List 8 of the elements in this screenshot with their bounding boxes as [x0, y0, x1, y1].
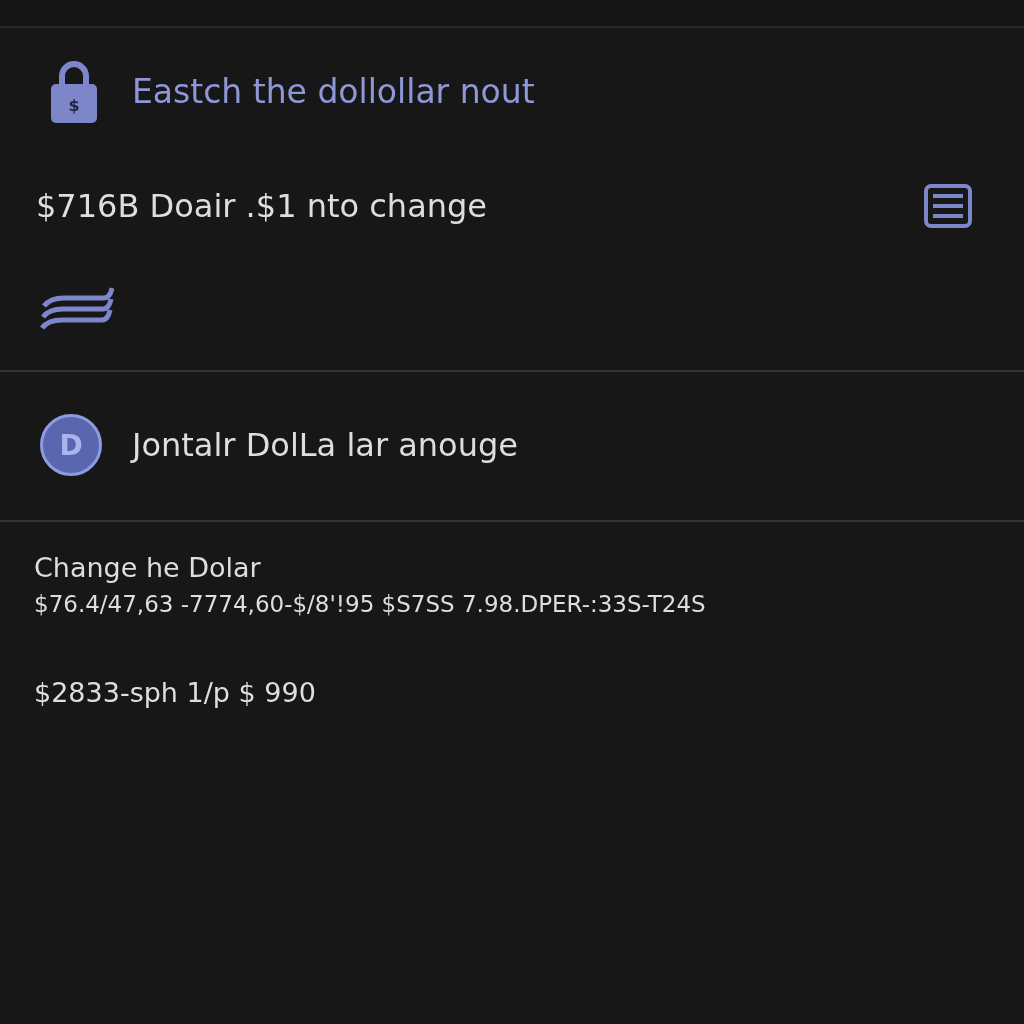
- details-amount: $2833-sph 1/p $ 990: [34, 677, 317, 708]
- menu-icon[interactable]: [924, 184, 972, 228]
- avatar: D: [40, 414, 102, 476]
- page-title: Eastch the dollollar nout: [132, 71, 535, 111]
- summary-text: $716B Doair .$1 nto change: [36, 187, 487, 225]
- details-title: Change he Dolar: [34, 552, 262, 583]
- account-name: Jontalr DolLa lar anouge: [132, 426, 518, 464]
- details-line: $76.4/47,63 -7774,60-$/8'!95 $S7SS 7.98.DPER-:33S-T24S: [34, 591, 707, 617]
